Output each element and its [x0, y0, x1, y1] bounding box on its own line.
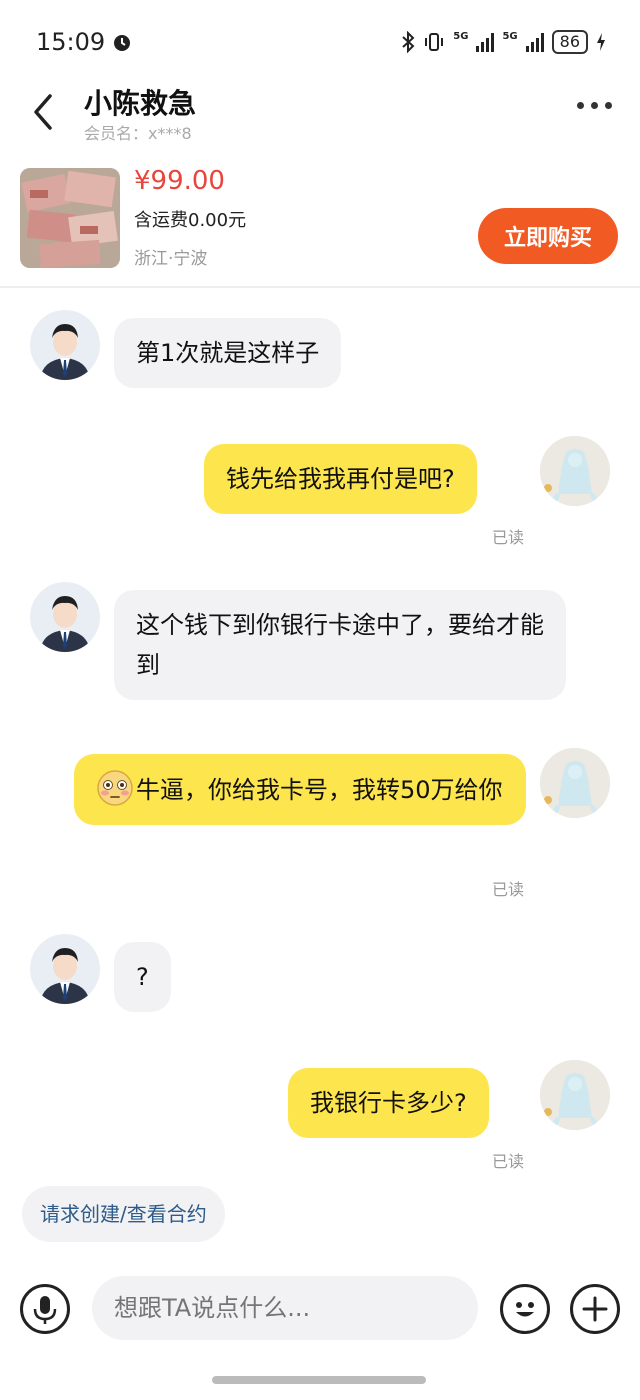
message-bubble-outgoing: 牛逼，你给我卡号，我转50万给你 — [74, 754, 526, 825]
product-price: ¥99.00 — [134, 166, 225, 196]
message-input[interactable] — [92, 1276, 478, 1340]
message-text: 牛逼，你给我卡号，我转50万给你 — [136, 776, 503, 804]
clock-time: 15:09 — [36, 28, 106, 56]
contract-button[interactable]: 请求创建/查看合约 — [22, 1186, 225, 1242]
product-thumbnail[interactable] — [20, 168, 120, 268]
input-bar — [0, 1276, 640, 1342]
buy-now-button[interactable]: 立即购买 — [478, 208, 618, 264]
home-indicator[interactable] — [212, 1376, 426, 1384]
alarm-icon — [114, 35, 131, 51]
page-title: 小陈救急 — [84, 87, 197, 120]
network-label-1: 5G — [453, 30, 469, 42]
microphone-icon[interactable] — [20, 1284, 70, 1334]
bluetooth-icon — [402, 31, 415, 53]
read-status: 已读 — [492, 1152, 525, 1171]
message-text: 钱先给我我再付是吧? — [226, 465, 455, 493]
message-bubble-incoming: 这个钱下到你银行卡途中了，要给才能到 — [114, 590, 566, 700]
back-arrow-icon[interactable] — [28, 92, 58, 132]
member-name: 会员名：x***8 — [84, 124, 192, 143]
more-icon[interactable] — [577, 102, 612, 109]
my-avatar[interactable] — [540, 748, 610, 818]
message-bubble-outgoing: 钱先给我我再付是吧? — [204, 444, 477, 514]
message-text: 这个钱下到你银行卡途中了，要给才能到 — [136, 611, 544, 679]
contact-avatar[interactable] — [30, 310, 100, 380]
product-card[interactable]: ¥99.00 含运费0.00元 浙江·宁波 立即购买 — [0, 166, 640, 288]
network-label-2: 5G — [502, 30, 518, 42]
message-text: ? — [136, 963, 149, 991]
message-bubble-incoming: ? — [114, 942, 171, 1012]
contact-avatar[interactable] — [30, 934, 100, 1004]
charging-icon — [597, 33, 605, 51]
vibrate-icon — [425, 33, 444, 51]
status-bar: 15:09 5G 5G 86 — [0, 0, 640, 80]
shipping-info: 含运费0.00元 — [134, 210, 247, 231]
plus-icon[interactable] — [570, 1284, 620, 1334]
message-bubble-outgoing: 我银行卡多少? — [288, 1068, 489, 1138]
message-bubble-incoming: 第1次就是这样子 — [114, 318, 342, 388]
contact-avatar[interactable] — [30, 582, 100, 652]
chat-header: 小陈救急 会员名：x***8 — [0, 80, 640, 150]
read-status: 已读 — [492, 528, 525, 547]
seller-location: 浙江·宁波 — [134, 249, 208, 269]
signal-icon — [476, 32, 495, 52]
message-text: 第1次就是这样子 — [136, 339, 320, 367]
battery-level: 86 — [551, 30, 588, 54]
status-time: 15:09 — [36, 28, 133, 56]
my-avatar[interactable] — [540, 436, 610, 506]
my-avatar[interactable] — [540, 1060, 610, 1130]
signal-icon — [525, 32, 544, 52]
flushed-face-icon — [97, 770, 133, 806]
emoji-icon[interactable] — [500, 1284, 550, 1334]
read-status: 已读 — [492, 880, 525, 899]
message-text: 我银行卡多少? — [310, 1089, 467, 1117]
status-indicators: 5G 5G 86 — [401, 30, 606, 54]
